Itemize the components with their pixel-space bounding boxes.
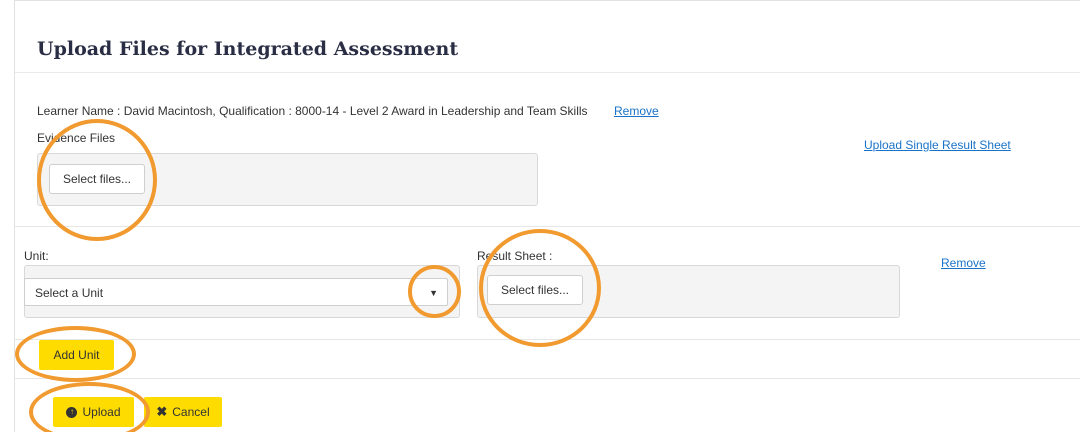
- add-unit-button[interactable]: Add Unit: [39, 340, 114, 370]
- learner-info: Learner Name : David Macintosh, Qualific…: [37, 104, 588, 118]
- cancel-button-label: Cancel: [172, 405, 210, 419]
- upload-button[interactable]: ↑ Upload: [53, 397, 134, 427]
- cancel-button[interactable]: ✖ Cancel: [144, 397, 222, 427]
- result-sheet-select-files-button[interactable]: Select files...: [487, 275, 583, 305]
- unit-select-value: Select a Unit: [35, 286, 104, 300]
- upload-panel: [14, 0, 1080, 432]
- upload-single-result-sheet-link[interactable]: Upload Single Result Sheet: [864, 138, 1011, 152]
- remove-unit-link[interactable]: Remove: [941, 256, 986, 270]
- dropdown-arrow-icon[interactable]: ▼: [429, 288, 438, 298]
- close-icon: ✖: [156, 404, 168, 419]
- upload-arrow-icon: ↑: [66, 406, 78, 418]
- evidence-files-label: Evidence Files: [37, 131, 116, 145]
- footer-divider: [14, 378, 1080, 379]
- page-title: Upload Files for Integrated Assessment: [37, 38, 459, 60]
- evidence-select-files-button[interactable]: Select files...: [49, 164, 145, 194]
- upload-button-label: Upload: [82, 405, 121, 419]
- result-sheet-label: Result Sheet :: [477, 249, 553, 263]
- unit-select[interactable]: Select a Unit ▼: [24, 278, 448, 306]
- title-divider: [15, 72, 1080, 73]
- unit-label: Unit:: [24, 249, 49, 263]
- remove-learner-link[interactable]: Remove: [614, 104, 659, 118]
